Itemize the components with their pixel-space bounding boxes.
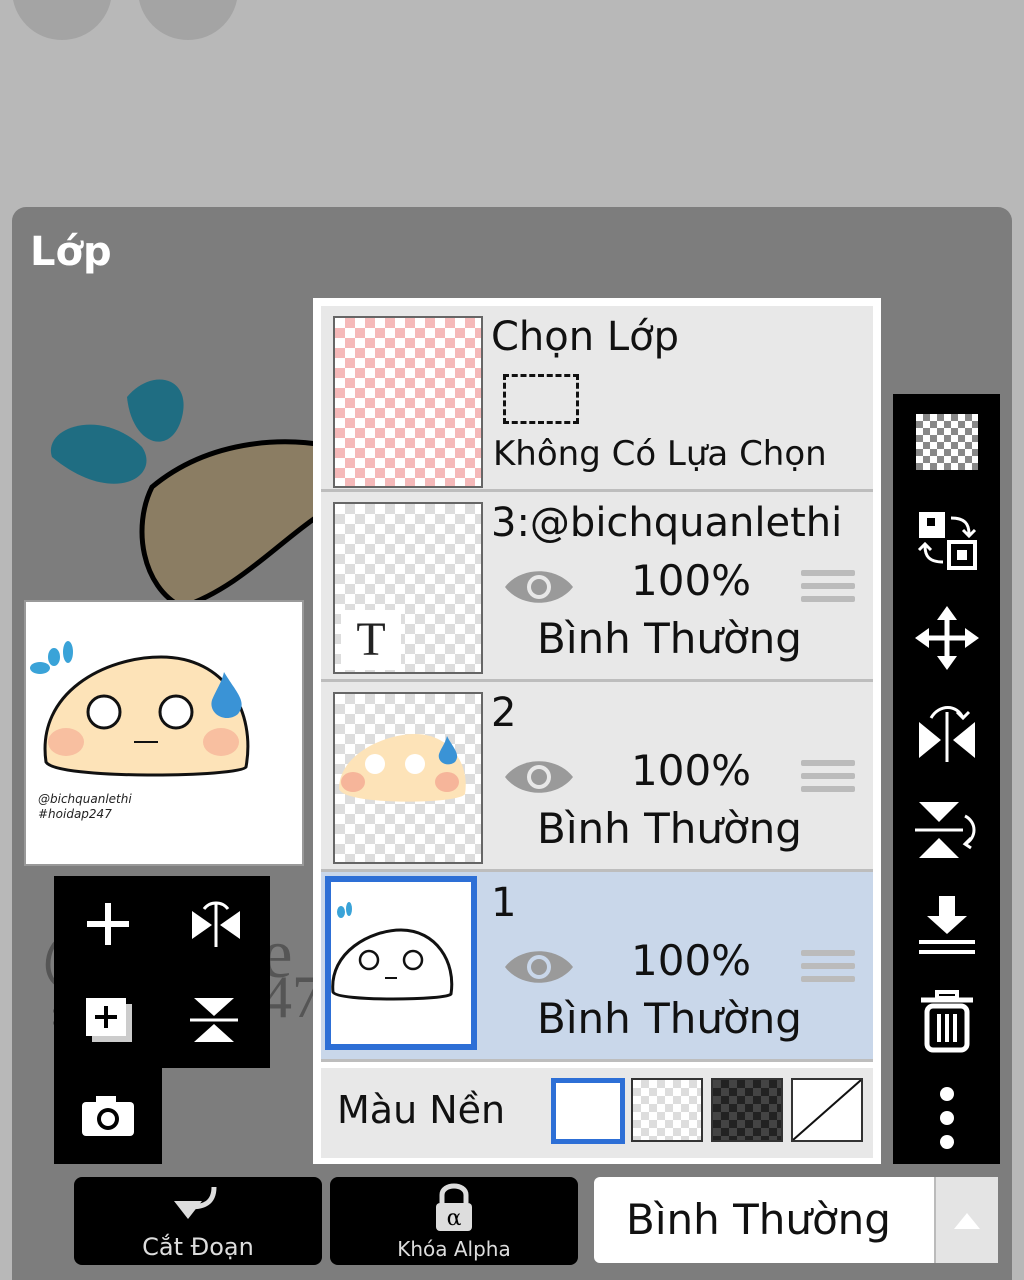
flip-vertical-icon <box>914 802 975 858</box>
eye-icon[interactable] <box>501 944 577 990</box>
camera-icon <box>82 1096 134 1136</box>
layer-name: 3:@bichquanlethi <box>491 500 843 546</box>
swap-icon <box>917 512 977 570</box>
layer-1-drawing <box>331 902 454 1001</box>
thumbnail-drawing <box>30 641 250 777</box>
eye-icon[interactable] <box>501 754 577 800</box>
text-layer-glyph: T <box>341 610 401 670</box>
flip-horizontal-button[interactable] <box>162 876 270 972</box>
layer-opacity[interactable]: 100% <box>631 746 751 795</box>
layer-thumbnail <box>333 692 483 864</box>
trash-icon <box>920 990 973 1053</box>
clip-arrow-icon <box>174 1186 217 1219</box>
duplicate-layer-icon <box>86 998 132 1042</box>
bottom-bar: Cắt Đoạn α Khóa Alpha Bình Thường <box>12 1177 1012 1280</box>
clipping-label: Cắt Đoạn <box>142 1233 254 1261</box>
alpha-lock-button[interactable]: α Khóa Alpha <box>330 1177 578 1265</box>
merge-down-button[interactable] <box>893 894 1000 958</box>
merge-down-icon <box>918 896 975 954</box>
transparency-button[interactable] <box>893 414 1000 470</box>
layer-opacity[interactable]: 100% <box>631 936 751 985</box>
background-swatch-transparent[interactable] <box>631 1078 703 1142</box>
thumbnail-signature-2: #hoidap247 <box>38 807 112 821</box>
layer-thumbnail: T <box>333 502 483 674</box>
layer-row[interactable]: T 3:@bichquanlethi 100% Bình Thường <box>321 492 873 682</box>
move-arrows-icon <box>914 606 979 670</box>
drag-handle-icon[interactable] <box>801 950 855 989</box>
layers-panel: Lớp @b le # 47 @bichquanlethi #hoidap247 <box>12 207 1012 1280</box>
add-layer-button[interactable] <box>54 876 162 972</box>
background-color-row: Màu Nền <box>321 1068 873 1158</box>
blend-mode-select[interactable]: Bình Thường <box>594 1177 998 1263</box>
background-color-label: Màu Nền <box>337 1088 506 1132</box>
redo-button[interactable] <box>138 0 238 40</box>
layer-name: 1 <box>491 880 517 926</box>
swap-layer-button[interactable] <box>893 508 1000 572</box>
flip-layer-horizontal-button[interactable] <box>893 700 1000 764</box>
layer-opacity[interactable]: 100% <box>631 556 751 605</box>
layer-list: Chọn Lớp Không Có Lựa Chọn T 3:@bichquan… <box>313 298 881 1164</box>
alpha-lock-label: Khóa Alpha <box>397 1237 511 1261</box>
blend-mode-value: Bình Thường <box>626 1195 891 1244</box>
flip-layer-vertical-button[interactable] <box>893 798 1000 862</box>
no-background-icon <box>792 1079 862 1141</box>
layer-2-drawing <box>339 734 466 802</box>
flip-vertical-button[interactable] <box>162 972 270 1068</box>
svg-text:α: α <box>447 1206 462 1231</box>
background-swatch-dark[interactable] <box>711 1078 783 1142</box>
background-swatch-white[interactable] <box>551 1078 625 1144</box>
layer-row-selected[interactable]: 1 100% Bình Thường <box>321 872 873 1062</box>
duplicate-layer-button[interactable] <box>54 972 162 1068</box>
layer-blend-mode: Bình Thường <box>537 804 802 853</box>
undo-button[interactable] <box>12 0 112 40</box>
eye-icon[interactable] <box>501 564 577 610</box>
flip-horizontal-icon <box>918 706 975 762</box>
background-swatch-none[interactable] <box>791 1078 863 1142</box>
selection-status: Không Có Lựa Chọn <box>493 434 827 474</box>
chevron-up-icon[interactable] <box>934 1177 998 1263</box>
layer-name: 2 <box>491 690 517 736</box>
plus-icon <box>87 903 129 945</box>
layer-blend-mode: Bình Thường <box>537 994 802 1043</box>
selection-marquee-icon <box>503 374 579 424</box>
more-vertical-icon <box>939 1087 954 1149</box>
camera-button[interactable] <box>54 1068 162 1164</box>
drag-handle-icon[interactable] <box>801 570 855 609</box>
selection-layer-row[interactable]: Chọn Lớp Không Có Lựa Chọn <box>321 306 873 492</box>
lock-icon: α <box>436 1183 472 1231</box>
layer-blend-mode: Bình Thường <box>537 614 802 663</box>
delete-layer-button[interactable] <box>893 990 1000 1054</box>
layer-row[interactable]: 2 100% Bình Thường <box>321 682 873 872</box>
more-options-button[interactable] <box>893 1086 1000 1150</box>
layer-thumbnail <box>325 876 477 1050</box>
right-toolbar <box>893 394 1000 1164</box>
thumbnail-signature-1: @bichquanlethi <box>38 792 132 806</box>
flip-vertical-icon <box>190 998 238 1042</box>
drag-handle-icon[interactable] <box>801 760 855 799</box>
clipping-button[interactable]: Cắt Đoạn <box>74 1177 322 1265</box>
selection-thumbnail <box>333 316 483 488</box>
canvas-thumbnail[interactable]: @bichquanlethi #hoidap247 <box>24 600 304 866</box>
move-button[interactable] <box>893 606 1000 670</box>
selection-title: Chọn Lớp <box>491 314 679 360</box>
flip-horizontal-icon <box>192 901 240 947</box>
checker-icon <box>915 414 978 470</box>
